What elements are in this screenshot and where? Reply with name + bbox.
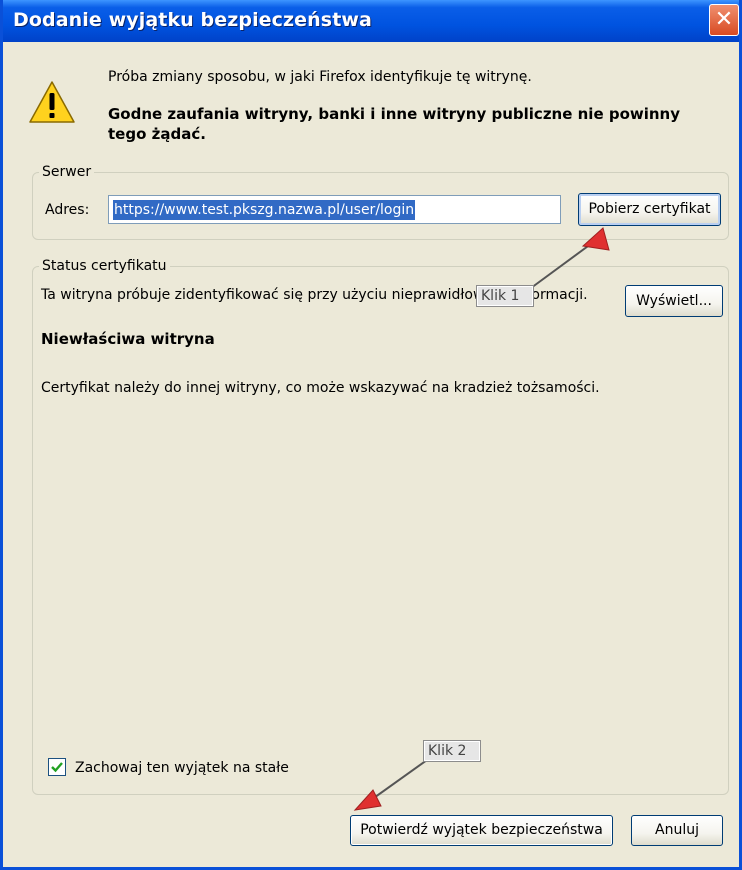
callout-step-1: Klik 1 [476,285,534,307]
annotation-arrows [353,227,610,811]
arrow-1-head [581,227,610,251]
arrow-2-line [370,759,428,801]
callout-step-2: Klik 2 [423,740,481,762]
arrow-2-head [353,789,382,811]
security-exception-dialog: Dodanie wyjątku bezpieczeństwa ✕ Próba z… [0,0,742,870]
